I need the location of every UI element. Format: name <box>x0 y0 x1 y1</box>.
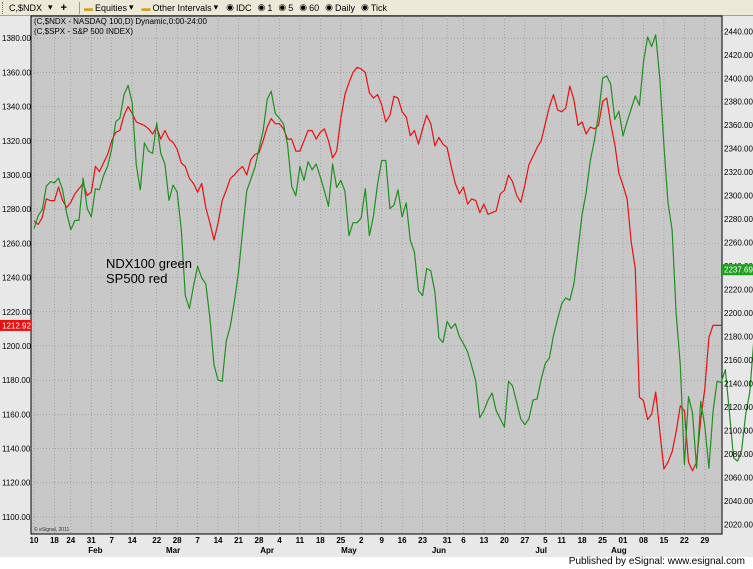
x-month-label: Apr <box>260 546 274 555</box>
x-day-label: 7 <box>195 536 200 545</box>
x-day-label: 22 <box>680 536 689 545</box>
right-tick-label: 2260.00 <box>724 239 753 248</box>
x-day-label: 2 <box>359 536 364 545</box>
x-month-label: Jul <box>535 546 547 555</box>
x-day-label: 28 <box>255 536 264 545</box>
x-day-label: 14 <box>214 536 223 545</box>
right-tick-label: 2160.00 <box>724 356 753 365</box>
right-tick-label: 2320.00 <box>724 168 753 177</box>
x-day-label: 01 <box>619 536 628 545</box>
right-tick-label: 2120.00 <box>724 403 753 412</box>
right-tick-label: 2200.00 <box>724 309 753 318</box>
x-day-label: 20 <box>500 536 509 545</box>
x-day-label: 31 <box>87 536 96 545</box>
left-tick-label: 1260.00 <box>2 239 31 248</box>
x-day-label: 15 <box>659 536 668 545</box>
x-day-label: 5 <box>543 536 548 545</box>
x-month-label: Aug <box>611 546 627 555</box>
x-day-label: 13 <box>479 536 488 545</box>
annotation-sp500: SP500 red <box>106 271 167 286</box>
right-tick-label: 2180.00 <box>724 333 753 342</box>
right-tick-label: 2220.00 <box>724 286 753 295</box>
x-day-label: 21 <box>234 536 243 545</box>
x-month-label: Mar <box>166 546 180 555</box>
last-price-tag-ndx: 2237.69 <box>722 264 753 276</box>
x-day-label: 28 <box>173 536 182 545</box>
chart-title-ndx: (C,$NDX - NASDAQ 100,D) Dynamic,0:00-24:… <box>34 17 208 26</box>
x-day-label: 11 <box>557 536 566 545</box>
left-tick-label: 1380.00 <box>2 34 31 43</box>
x-day-label: 31 <box>443 536 452 545</box>
left-tick-label: 1360.00 <box>2 68 31 77</box>
right-tick-label: 2440.00 <box>724 27 753 36</box>
left-axis-ticks: 1100.00 1120.00 1140.00 1160.00 1180.00 1200.… <box>2 34 31 522</box>
x-day-label: 9 <box>379 536 384 545</box>
x-day-label: 25 <box>336 536 345 545</box>
x-day-label: 16 <box>398 536 407 545</box>
left-tick-label: 1220.00 <box>2 308 31 317</box>
x-day-label: 18 <box>578 536 587 545</box>
last-price-tag-sp500: 1212.92 <box>0 319 31 331</box>
left-tick-label: 1320.00 <box>2 137 31 146</box>
right-tick-label: 2360.00 <box>724 121 753 130</box>
price-chart[interactable]: 1100.00 1120.00 1140.00 1160.00 1180.00 1200.… <box>0 0 753 569</box>
right-tick-label: 2280.00 <box>724 215 753 224</box>
x-day-label: 29 <box>700 536 709 545</box>
left-tick-label: 1280.00 <box>2 205 31 214</box>
chart-title-spx: (C,$SPX - S&P 500 INDEX) <box>34 27 133 36</box>
left-tick-label: 1240.00 <box>2 274 31 283</box>
x-day-label: 18 <box>50 536 59 545</box>
left-tick-label: 1300.00 <box>2 171 31 180</box>
watermark: © eSignal, 2011 <box>34 526 70 533</box>
x-day-label: 11 <box>296 536 305 545</box>
left-tick-label: 1160.00 <box>2 410 31 419</box>
x-day-label: 6 <box>461 536 466 545</box>
left-tick-label: 1100.00 <box>2 513 31 522</box>
left-tick-label: 1340.00 <box>2 103 31 112</box>
x-month-label: Jun <box>432 546 446 555</box>
x-day-label: 08 <box>639 536 648 545</box>
x-day-label: 14 <box>128 536 137 545</box>
right-tick-label: 2400.00 <box>724 74 753 83</box>
x-month-label: May <box>341 546 357 555</box>
right-tick-label: 2340.00 <box>724 145 753 154</box>
x-month-label: Feb <box>88 546 102 555</box>
publisher-credit: Published by eSignal: www.esignal.com <box>568 556 745 567</box>
left-tick-label: 1120.00 <box>2 479 31 488</box>
x-day-label: 23 <box>418 536 427 545</box>
right-tick-label: 2420.00 <box>724 51 753 60</box>
left-tick-label: 1200.00 <box>2 342 31 351</box>
x-day-label: 25 <box>598 536 607 545</box>
last-price-ndx: 2237.69 <box>724 266 753 275</box>
right-tick-label: 2100.00 <box>724 427 753 436</box>
x-day-label: 24 <box>66 536 75 545</box>
right-tick-label: 2020.00 <box>724 521 753 530</box>
x-day-label: 7 <box>109 536 114 545</box>
left-tick-label: 1140.00 <box>2 445 31 454</box>
right-tick-label: 2040.00 <box>724 497 753 506</box>
annotation-ndx: NDX100 green <box>106 256 192 271</box>
right-tick-label: 2140.00 <box>724 380 753 389</box>
footer-bar: Published by eSignal: www.esignal.com <box>0 556 753 569</box>
last-price-sp500: 1212.92 <box>2 321 31 330</box>
x-day-label: 27 <box>520 536 529 545</box>
right-tick-label: 2300.00 <box>724 192 753 201</box>
right-tick-label: 2060.00 <box>724 474 753 483</box>
left-tick-label: 1180.00 <box>2 376 31 385</box>
x-day-label: 18 <box>316 536 325 545</box>
right-tick-label: 2380.00 <box>724 98 753 107</box>
x-day-label: 10 <box>30 536 39 545</box>
x-day-label: 22 <box>152 536 161 545</box>
right-tick-label: 2080.00 <box>724 450 753 459</box>
x-day-label: 4 <box>277 536 282 545</box>
